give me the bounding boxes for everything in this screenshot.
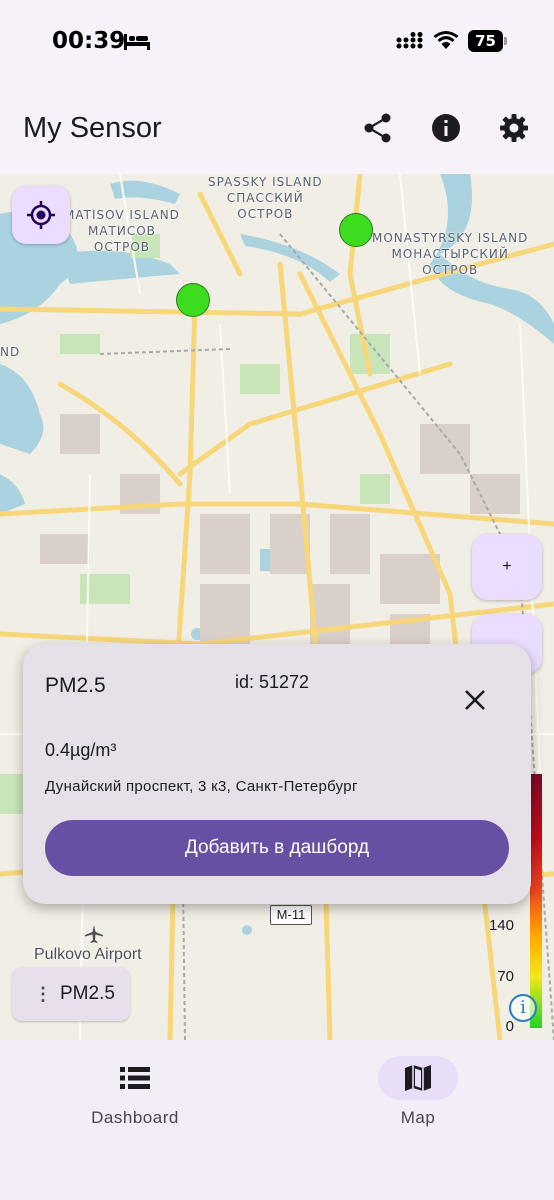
nav-label-map: Map	[400, 1108, 436, 1127]
road-shield-m11: M-11	[270, 905, 312, 925]
map-label-island-fragment: ND	[0, 345, 21, 359]
battery-level: 75	[468, 30, 503, 52]
nav-label-dashboard: Dashboard	[91, 1108, 179, 1127]
nav-item-dashboard[interactable]: Dashboard	[65, 1056, 205, 1146]
sensor-popup-card: PM2.5 id: 51272 0.4µg/m³ Дунайский просп…	[23, 644, 531, 904]
share-button[interactable]	[358, 108, 398, 148]
sensor-marker[interactable]	[339, 213, 373, 247]
map-icon	[405, 1065, 431, 1091]
popup-sensor-id: id: 51272	[235, 672, 310, 692]
map-label-matisov-island: MATISOV ISLAND МАТИСОВ ОСТРОВ	[64, 208, 180, 254]
map-view[interactable]: SPASSKY ISLAND СПАССКИЙ ОСТРОВ MATISOV ISL…	[0, 174, 554, 1040]
close-icon	[465, 690, 485, 710]
legend-tick: 0	[505, 1018, 514, 1035]
app-title: My Sensor	[23, 112, 162, 144]
list-icon	[120, 1067, 150, 1089]
nav-item-map[interactable]: Map	[348, 1056, 488, 1146]
sensor-marker[interactable]	[176, 283, 210, 317]
map-attribution-info-icon[interactable]: i	[509, 994, 537, 1022]
add-to-dashboard-button[interactable]: Добавить в дашборд	[45, 820, 509, 876]
app-bar: My Sensor	[0, 84, 554, 174]
airport-icon	[85, 925, 103, 943]
map-label-monastyrsky-island: MONASTYRSKY ISLAND МОНАСТЫРСКИЙ ОСТРОВ	[372, 231, 529, 277]
cellular-signal-icon	[396, 32, 423, 49]
zoom-in-button[interactable]: +	[472, 534, 542, 600]
map-label-spassky-island: SPASSKY ISLAND СПАССКИЙ ОСТРОВ	[208, 175, 323, 221]
status-bar: 00:39 75	[0, 0, 554, 84]
close-popup-button[interactable]	[457, 682, 493, 718]
nav-icon-container-active	[378, 1056, 458, 1100]
share-icon	[364, 113, 391, 143]
info-icon	[432, 114, 460, 142]
locate-me-button[interactable]	[12, 186, 70, 244]
settings-button[interactable]	[494, 108, 534, 148]
wifi-icon	[433, 31, 459, 49]
bottom-navigation: Dashboard Map	[0, 1040, 554, 1200]
more-vert-icon: ⋮	[34, 983, 52, 1004]
nav-icon-container	[95, 1056, 175, 1100]
gear-icon	[500, 114, 528, 142]
legend-gradient	[530, 774, 542, 1028]
popup-metric: PM2.5	[45, 674, 106, 697]
popup-value: 0.4µg/m³	[45, 740, 117, 760]
battery-indicator: 75	[468, 30, 507, 52]
sleep-mode-icon	[124, 34, 150, 50]
status-time: 00:39	[52, 28, 126, 54]
my-location-icon	[27, 201, 55, 229]
popup-address: Дунайский проспект, 3 к3, Санкт-Петербур…	[45, 778, 358, 795]
metric-selector-label: PM2.5	[60, 983, 115, 1004]
metric-selector[interactable]: ⋮ PM2.5	[12, 967, 130, 1021]
legend-tick: 70	[497, 968, 514, 985]
map-label-pulkovo-airport: Pulkovo Airport	[34, 946, 142, 963]
info-button[interactable]	[426, 108, 466, 148]
legend-tick: 140	[488, 917, 514, 934]
